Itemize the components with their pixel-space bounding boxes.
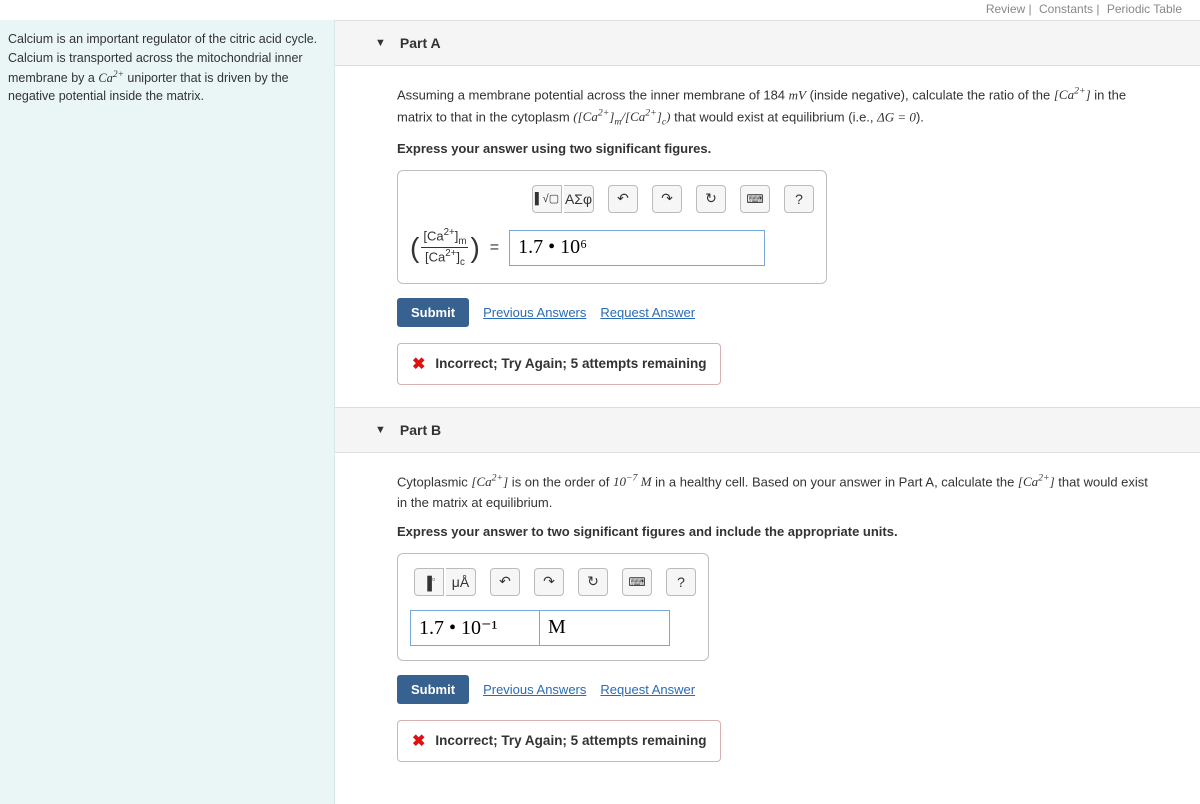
previous-answers-link-a[interactable]: Previous Answers bbox=[483, 305, 586, 320]
help-button[interactable]: ? bbox=[784, 185, 814, 213]
part-b-question: Cytoplasmic [Ca2+] is on the order of 10… bbox=[397, 471, 1158, 514]
incorrect-icon: ✖ bbox=[412, 731, 425, 751]
request-answer-link-a[interactable]: Request Answer bbox=[600, 305, 695, 320]
chevron-down-icon: ▼ bbox=[375, 424, 386, 436]
request-answer-link-b[interactable]: Request Answer bbox=[600, 682, 695, 697]
part-a-input-row: ( [Ca2+]m [Ca2+]c ) = bbox=[410, 227, 814, 269]
part-a-body: Assuming a membrane potential across the… bbox=[335, 84, 1200, 407]
part-a-header[interactable]: ▼ Part A bbox=[335, 20, 1200, 66]
part-b-value-input[interactable] bbox=[410, 610, 540, 646]
part-b-header[interactable]: ▼ Part B bbox=[335, 407, 1200, 453]
part-a-title: Part A bbox=[400, 35, 441, 51]
constants-link[interactable]: Constants bbox=[1039, 2, 1093, 16]
equals-sign: = bbox=[490, 239, 499, 257]
part-b-unit-input[interactable] bbox=[540, 610, 670, 646]
problem-intro: Calcium is an important regulator of the… bbox=[0, 20, 335, 804]
part-a-instruction: Express your answer using two significan… bbox=[397, 141, 1158, 156]
part-b-instruction: Express your answer to two significant f… bbox=[397, 524, 1158, 539]
chevron-down-icon: ▼ bbox=[375, 37, 386, 49]
template-button[interactable]: ▌√▢ bbox=[532, 185, 562, 213]
undo-button[interactable]: ↶ bbox=[608, 185, 638, 213]
reset-button[interactable]: ↻ bbox=[696, 185, 726, 213]
reset-button-b[interactable]: ↻ bbox=[578, 568, 608, 596]
ratio-label: ( [Ca2+]m [Ca2+]c ) bbox=[410, 227, 480, 269]
part-a-question: Assuming a membrane potential across the… bbox=[397, 84, 1158, 131]
part-a-feedback: ✖ Incorrect; Try Again; 5 attempts remai… bbox=[397, 343, 721, 385]
part-b-answer-box: ▐▫ μÅ ↶ ↷ ↻ ⌨ ? bbox=[397, 553, 709, 661]
part-a-toolbar: ▌√▢ ΑΣφ ↶ ↷ ↻ ⌨ ? bbox=[410, 185, 814, 213]
part-a-answer-box: ▌√▢ ΑΣφ ↶ ↷ ↻ ⌨ ? ( bbox=[397, 170, 827, 284]
review-link[interactable]: Review bbox=[986, 2, 1025, 16]
incorrect-icon: ✖ bbox=[412, 354, 425, 374]
value-template-button[interactable]: ▐▫ bbox=[414, 568, 444, 596]
part-b-feedback: ✖ Incorrect; Try Again; 5 attempts remai… bbox=[397, 720, 721, 762]
part-b-title: Part B bbox=[400, 422, 441, 438]
redo-button[interactable]: ↷ bbox=[652, 185, 682, 213]
keyboard-button-b[interactable]: ⌨ bbox=[622, 568, 652, 596]
previous-answers-link-b[interactable]: Previous Answers bbox=[483, 682, 586, 697]
submit-button-a[interactable]: Submit bbox=[397, 298, 469, 327]
undo-button-b[interactable]: ↶ bbox=[490, 568, 520, 596]
greek-button[interactable]: ΑΣφ bbox=[564, 185, 594, 213]
redo-button-b[interactable]: ↷ bbox=[534, 568, 564, 596]
help-button-b[interactable]: ? bbox=[666, 568, 696, 596]
periodic-link[interactable]: Periodic Table bbox=[1107, 2, 1182, 16]
units-button[interactable]: μÅ bbox=[446, 568, 476, 596]
part-a-answer-input[interactable] bbox=[509, 230, 765, 266]
submit-button-b[interactable]: Submit bbox=[397, 675, 469, 704]
part-b-input-row bbox=[410, 610, 696, 646]
keyboard-button[interactable]: ⌨ bbox=[740, 185, 770, 213]
top-links: Review | Constants | Periodic Table bbox=[0, 0, 1200, 20]
part-b-body: Cytoplasmic [Ca2+] is on the order of 10… bbox=[335, 471, 1200, 784]
part-b-toolbar: ▐▫ μÅ ↶ ↷ ↻ ⌨ ? bbox=[414, 568, 696, 596]
